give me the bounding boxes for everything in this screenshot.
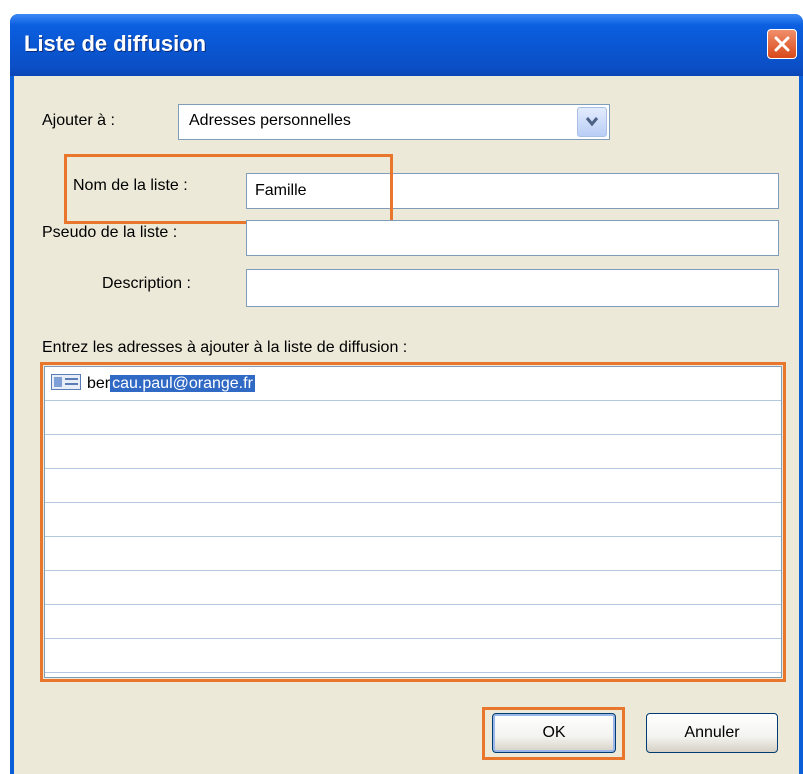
dropdown-button[interactable]	[577, 107, 607, 137]
add-to-label: Ajouter à :	[42, 112, 115, 129]
add-to-dropdown[interactable]: Adresses personnelles	[178, 104, 610, 140]
list-item[interactable]	[45, 537, 781, 571]
list-item[interactable]	[45, 435, 781, 469]
description-label: Description :	[102, 275, 191, 292]
dialog-window: Liste de diffusion Ajouter à : Adresses …	[10, 14, 803, 774]
ok-button[interactable]: OK	[492, 713, 616, 753]
list-alias-field[interactable]	[246, 220, 779, 256]
chevron-down-icon	[585, 117, 599, 127]
list-item[interactable]	[45, 571, 781, 605]
list-item[interactable]: ber cau.paul@orange.fr	[45, 367, 781, 401]
list-alias-label: Pseudo de la liste :	[42, 224, 178, 241]
close-icon	[774, 36, 790, 52]
close-button[interactable]	[767, 29, 797, 59]
list-name-field[interactable]: Famille	[246, 173, 779, 209]
address-autocomplete-selection: cau.paul@orange.fr	[110, 375, 255, 392]
address-typed-text: ber	[87, 375, 111, 392]
description-field[interactable]	[246, 269, 779, 307]
title-bar[interactable]: Liste de diffusion	[10, 14, 803, 76]
list-item[interactable]	[45, 469, 781, 503]
contact-card-icon	[51, 373, 81, 390]
address-entry[interactable]: ber cau.paul@orange.fr	[51, 373, 255, 397]
window-title: Liste de diffusion	[24, 31, 207, 56]
add-to-value: Adresses personnelles	[189, 112, 351, 129]
dialog-body: Ajouter à : Adresses personnelles Nom de…	[14, 76, 799, 774]
addresses-label: Entrez les adresses à ajouter à la liste…	[42, 339, 408, 356]
list-item[interactable]	[45, 639, 781, 673]
list-item[interactable]	[45, 401, 781, 435]
list-item[interactable]	[45, 605, 781, 639]
list-item[interactable]	[45, 503, 781, 537]
cancel-button[interactable]: Annuler	[646, 713, 778, 753]
list-name-label: Nom de la liste :	[73, 177, 188, 194]
addresses-list[interactable]: ber cau.paul@orange.fr	[44, 366, 782, 678]
